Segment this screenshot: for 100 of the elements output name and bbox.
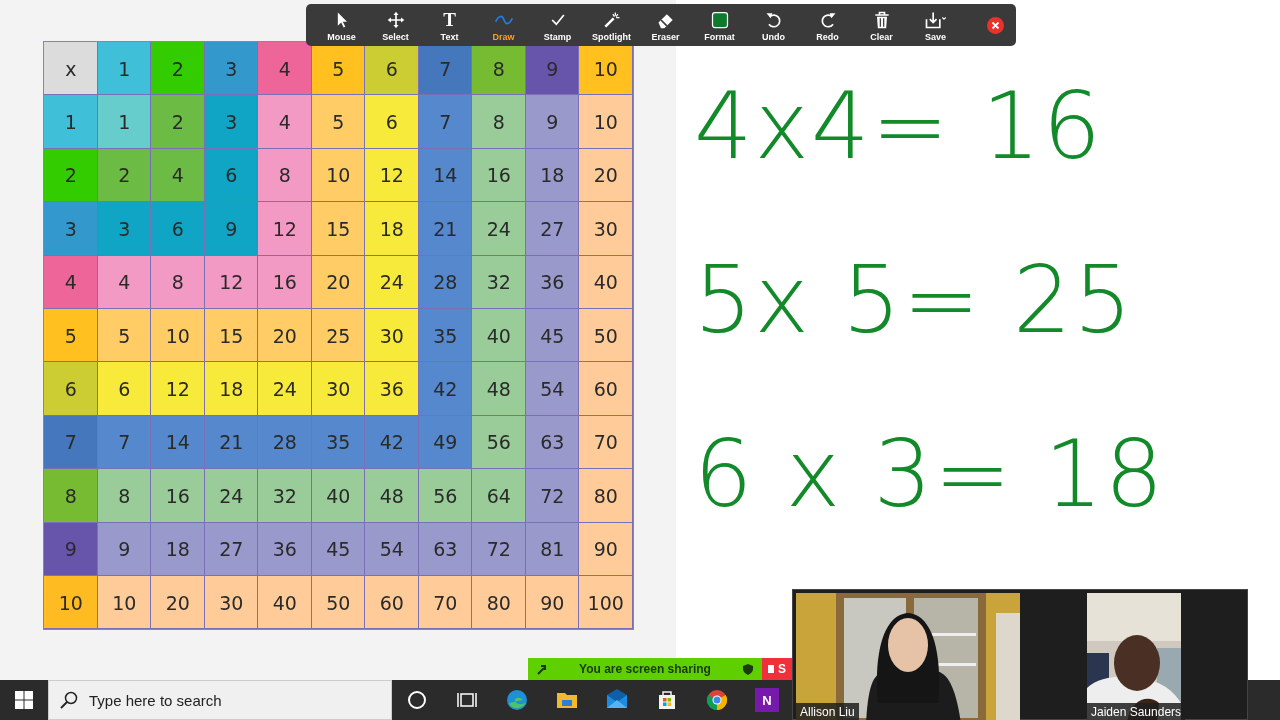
save-tool-button[interactable]: Save <box>912 5 959 45</box>
row-header: 5 <box>44 308 98 363</box>
row-header: 9 <box>44 522 98 576</box>
table-cell: 21 <box>418 202 472 256</box>
close-icon[interactable] <box>987 16 1004 34</box>
table-cell: 10 <box>311 148 365 203</box>
table-cell: 35 <box>418 308 472 363</box>
row-header: 7 <box>44 415 98 470</box>
participant-name: Allison Liu <box>796 703 859 720</box>
table-cell: 16 <box>258 255 312 309</box>
redo-tool-button[interactable]: Redo <box>804 5 851 45</box>
table-cell: 15 <box>311 202 365 256</box>
clear-tool-button[interactable]: Clear <box>858 5 905 45</box>
table-cell: 8 <box>472 95 526 149</box>
table-cell: 6 <box>204 148 258 203</box>
table-cell: 2 <box>97 148 151 203</box>
table-cell: 48 <box>472 362 526 416</box>
select-tool-button[interactable]: Select <box>372 5 419 45</box>
table-cell: 12 <box>204 255 258 309</box>
table-cell: 3 <box>204 95 258 149</box>
taskbar-app-button[interactable]: N <box>742 680 792 720</box>
mouse-tool-button[interactable]: Mouse <box>318 5 365 45</box>
table-cell: 40 <box>472 308 526 363</box>
table-cell: 18 <box>365 202 419 256</box>
table-cell: 80 <box>472 575 526 630</box>
table-cell: 16 <box>472 148 526 203</box>
corner-cell: x <box>44 42 98 96</box>
table-cell: 40 <box>258 575 312 630</box>
table-cell: 70 <box>418 575 472 630</box>
table-cell: 70 <box>579 415 633 470</box>
table-cell: 10 <box>151 308 205 363</box>
table-cell: 5 <box>311 95 365 149</box>
table-cell: 8 <box>151 255 205 309</box>
stop-share-button[interactable]: S <box>762 658 792 680</box>
table-cell: 5 <box>97 308 151 363</box>
table-cell: 24 <box>365 255 419 309</box>
table-cell: 56 <box>418 469 472 523</box>
table-cell: 35 <box>311 415 365 470</box>
column-header: 4 <box>258 42 312 96</box>
table-cell: 3 <box>97 202 151 256</box>
table-cell: 42 <box>418 362 472 416</box>
table-cell: 48 <box>365 469 419 523</box>
table-cell: 100 <box>579 575 633 630</box>
color-square-icon <box>709 10 730 30</box>
table-cell: 40 <box>579 255 633 309</box>
stamp-tool-button[interactable]: Stamp <box>534 5 581 45</box>
table-cell: 24 <box>204 469 258 523</box>
table-cell: 18 <box>525 148 579 203</box>
search-field[interactable]: Type here to search <box>48 680 392 720</box>
table-cell: 6 <box>97 362 151 416</box>
table-cell: 63 <box>418 522 472 576</box>
table-cell: 49 <box>418 415 472 470</box>
table-cell: 90 <box>525 575 579 630</box>
table-cell: 64 <box>472 469 526 523</box>
table-cell: 18 <box>204 362 258 416</box>
windows-logo-icon <box>15 691 33 709</box>
table-cell: 27 <box>525 202 579 256</box>
table-cell: 9 <box>204 202 258 256</box>
table-cell: 30 <box>204 575 258 630</box>
draw-tool-button[interactable]: Draw <box>480 5 527 45</box>
handwritten-equation: 5x 5= 25 <box>694 246 1135 356</box>
table-cell: 81 <box>525 522 579 576</box>
table-cell: 14 <box>151 415 205 470</box>
table-cell: 4 <box>258 95 312 149</box>
table-cell: 60 <box>579 362 633 416</box>
handwritten-equation: 4x4= 16 <box>694 72 1103 182</box>
table-cell: 72 <box>525 469 579 523</box>
row-header: 10 <box>44 575 98 630</box>
table-cell: 4 <box>151 148 205 203</box>
column-header: 3 <box>204 42 258 96</box>
table-cell: 2 <box>151 95 205 149</box>
eraser-tool-button[interactable]: Eraser <box>642 5 689 45</box>
table-cell: 30 <box>311 362 365 416</box>
undo-tool-button[interactable]: Undo <box>750 5 797 45</box>
table-cell: 16 <box>151 469 205 523</box>
table-cell: 7 <box>418 95 472 149</box>
table-cell: 10 <box>97 575 151 630</box>
table-cell: 4 <box>97 255 151 309</box>
table-cell: 21 <box>204 415 258 470</box>
table-cell: 40 <box>311 469 365 523</box>
download-icon <box>923 10 948 30</box>
table-cell: 54 <box>365 522 419 576</box>
table-cell: 6 <box>365 95 419 149</box>
text-tool-button[interactable]: T Text <box>426 5 473 45</box>
table-cell: 32 <box>472 255 526 309</box>
row-header: 2 <box>44 148 98 203</box>
participant-name: Jaiden Saunders <box>1087 703 1186 720</box>
table-cell: 20 <box>311 255 365 309</box>
spotlight-tool-button[interactable]: Spotlight <box>588 5 635 45</box>
table-cell: 56 <box>472 415 526 470</box>
row-header: 1 <box>44 95 98 149</box>
format-tool-button[interactable]: Format <box>696 5 743 45</box>
table-cell: 24 <box>258 362 312 416</box>
table-cell: 32 <box>258 469 312 523</box>
chrome-icon <box>705 688 729 712</box>
table-cell: 20 <box>151 575 205 630</box>
table-cell: 50 <box>311 575 365 630</box>
table-cell: 7 <box>97 415 151 470</box>
table-cell: 8 <box>258 148 312 203</box>
handwritten-equation: 6 x 3= 18 <box>694 420 1166 530</box>
